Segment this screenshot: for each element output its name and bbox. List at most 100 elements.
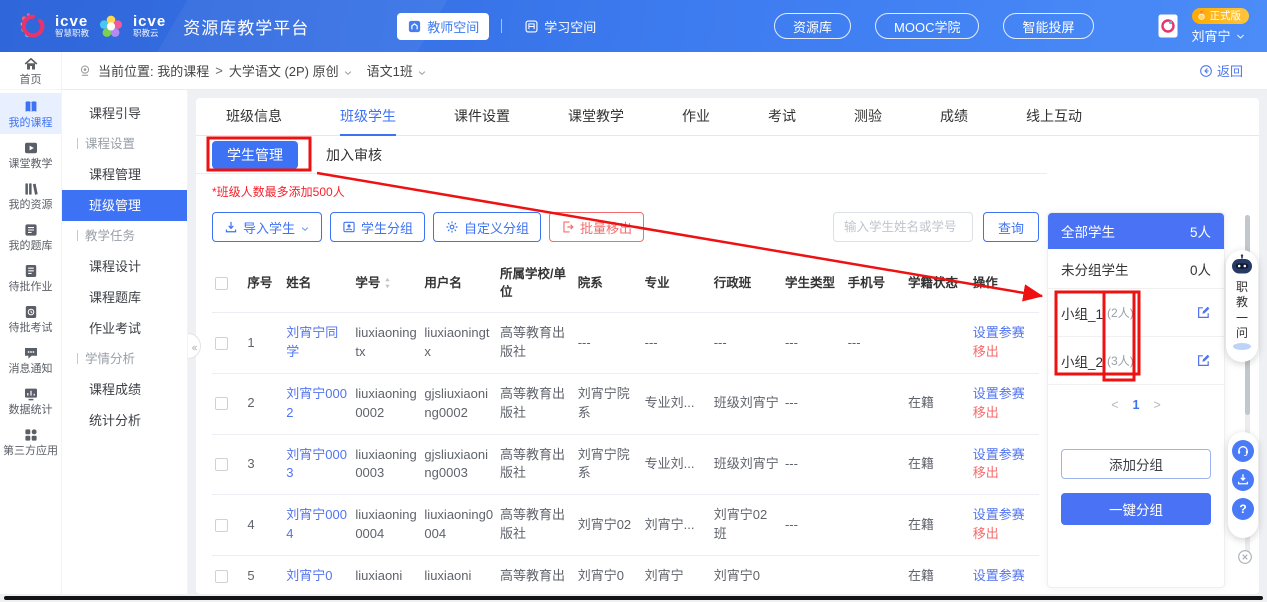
search-input[interactable] [833,212,973,242]
sidebar-item[interactable]: 我的资源 [0,175,61,216]
ungrouped-filter[interactable]: 未分组学生 0人 [1048,249,1224,289]
set-contest-link[interactable]: 设置参赛 [973,385,1036,404]
group-row[interactable]: 小组_2(3人) [1048,337,1224,385]
nav-teacher-space[interactable]: 教师空间 [397,13,489,40]
mooc-college-button[interactable]: MOOC学院 [875,13,979,39]
sidebar-item[interactable]: 我的课程 [0,93,61,134]
menu-item[interactable]: 课程引导 [62,98,187,129]
class-tab[interactable]: 线上互动 [1026,98,1082,136]
auto-group-button[interactable]: 一键分组 [1061,493,1211,525]
class-tab[interactable]: 成绩 [940,98,968,136]
resource-library-button[interactable]: 资源库 [774,13,851,39]
robot-icon [1229,253,1255,279]
search-button[interactable]: 查询 [983,212,1039,242]
groups-panel: 全部学生 5人 未分组学生 0人 小组_1(2人)小组_2(3人) < 1 > … [1047,212,1225,588]
help-icon[interactable]: ? [1232,498,1254,520]
row-checkbox[interactable] [215,519,228,532]
sidebar-item-label: 数据统计 [9,405,53,416]
menu-item[interactable]: 课程管理 [62,159,187,190]
class-tab[interactable]: 班级学生 [340,98,396,136]
menu-item[interactable]: 班级管理 [62,190,187,221]
group-row[interactable]: 小组_1(2人) [1048,289,1224,337]
sidebar-item[interactable]: 待批作业 [0,257,61,298]
student-name-link[interactable]: 刘宵宁0002 [286,386,347,420]
download-button[interactable] [1232,469,1254,491]
back-button[interactable]: 返回 [1199,61,1243,80]
student-name-link-cell: 刘宵宁0 [283,556,352,595]
menu-item[interactable]: 课程设计 [62,251,187,282]
sidebar-item[interactable]: 消息通知 [0,339,61,380]
course-dropdown[interactable]: 大学语文 (2P) 原创 [229,61,353,80]
search-area: 查询 [833,212,1039,242]
row-checkbox[interactable] [215,397,228,410]
icve-doc-icon[interactable] [1158,14,1178,38]
student-name-link[interactable]: 刘宵宁同学 [286,325,338,359]
remove-link[interactable]: 移出 [973,343,1036,362]
select-all-cell [212,254,244,313]
support-button[interactable] [1232,440,1254,462]
import-students-button[interactable]: 导入学生 [212,212,322,242]
student-name-link[interactable]: 刘宵宁0003 [286,447,347,481]
username-dropdown[interactable]: 刘宵宁 [1192,26,1246,45]
menu-item[interactable]: 统计分析 [62,405,187,436]
add-group-button[interactable]: 添加分组 [1061,449,1211,479]
all-students-filter[interactable]: 全部学生 5人 [1048,213,1224,249]
back-label: 返回 [1217,61,1243,80]
prev-page-button[interactable]: < [1111,398,1118,412]
set-contest-link[interactable]: 设置参赛 [973,324,1036,343]
row-index-cell: 2 [244,373,283,434]
sidebar-item[interactable]: 数据统计 [0,380,61,421]
logo2-sub: 职教云 [133,29,166,38]
username: liuxiaoning0004 [424,507,493,541]
set-contest-link[interactable]: 设置参赛 [973,567,1036,586]
menu-item[interactable]: 课程题库 [62,282,187,313]
smart-cast-button[interactable]: 智能投屏 [1003,13,1093,39]
assistant-widget[interactable]: 职教一问 [1226,250,1258,362]
toolbar-button-label: 自定义分组 [464,218,529,237]
class-tab[interactable]: 作业 [682,98,710,136]
school: 高等教育出版社 [500,507,565,541]
student-group-button[interactable]: 学生分组 [330,212,425,242]
sidebar-item[interactable]: 首页 [0,52,61,90]
column-header: 序号 [244,254,283,313]
department: --- [578,335,591,350]
toolbar: 导入学生学生分组 自定义分组 批量移出 查询 [212,212,1039,242]
remove-link[interactable]: 移出 [973,404,1036,423]
set-contest-link[interactable]: 设置参赛 [973,446,1036,465]
sidebar-item[interactable]: 我的题库 [0,216,61,257]
apps-icon [23,427,39,443]
close-icon[interactable] [1237,549,1253,565]
next-page-button[interactable]: > [1153,398,1160,412]
custom-group-button[interactable]: 自定义分组 [433,212,541,242]
student-name-link[interactable]: 刘宵宁0 [286,568,332,583]
student-name-link[interactable]: 刘宵宁0004 [286,507,347,541]
groups-pagination: < 1 > [1048,385,1224,425]
class-dropdown[interactable]: 语文1班 [367,61,427,80]
current-page[interactable]: 1 [1133,398,1140,412]
school: 高等教育出版社 [500,325,565,359]
class-tab[interactable]: 班级信息 [226,98,282,136]
row-checkbox[interactable] [215,337,228,350]
class-tab[interactable]: 测验 [854,98,882,136]
nav-learning-space[interactable]: 学习空间 [514,13,606,40]
class-tab[interactable]: 考试 [768,98,796,136]
batch-remove-button[interactable]: 批量移出 [549,212,644,242]
row-checkbox[interactable] [215,458,228,471]
student-subtab[interactable]: 加入审核 [326,145,382,165]
sidebar-item[interactable]: 课堂教学 [0,134,61,175]
menu-item[interactable]: 课程成绩 [62,374,187,405]
school: 高等教育出版社 [500,447,565,481]
sidebar-item[interactable]: 待批考试 [0,298,61,339]
sidebar-item[interactable]: 第三方应用 [0,421,61,462]
major: 专业刘... [645,456,695,471]
student-subtab[interactable]: 学生管理 [212,141,298,169]
set-contest-link[interactable]: 设置参赛 [973,506,1036,525]
remove-link[interactable]: 移出 [973,525,1036,544]
column-header: 专业 [642,254,711,313]
class-tab[interactable]: 课件设置 [454,98,510,136]
select-all-checkbox[interactable] [215,277,228,290]
menu-item[interactable]: 作业考试 [62,313,187,344]
class-tab[interactable]: 课堂教学 [568,98,624,136]
row-checkbox[interactable] [215,570,228,583]
remove-link[interactable]: 移出 [973,464,1036,483]
